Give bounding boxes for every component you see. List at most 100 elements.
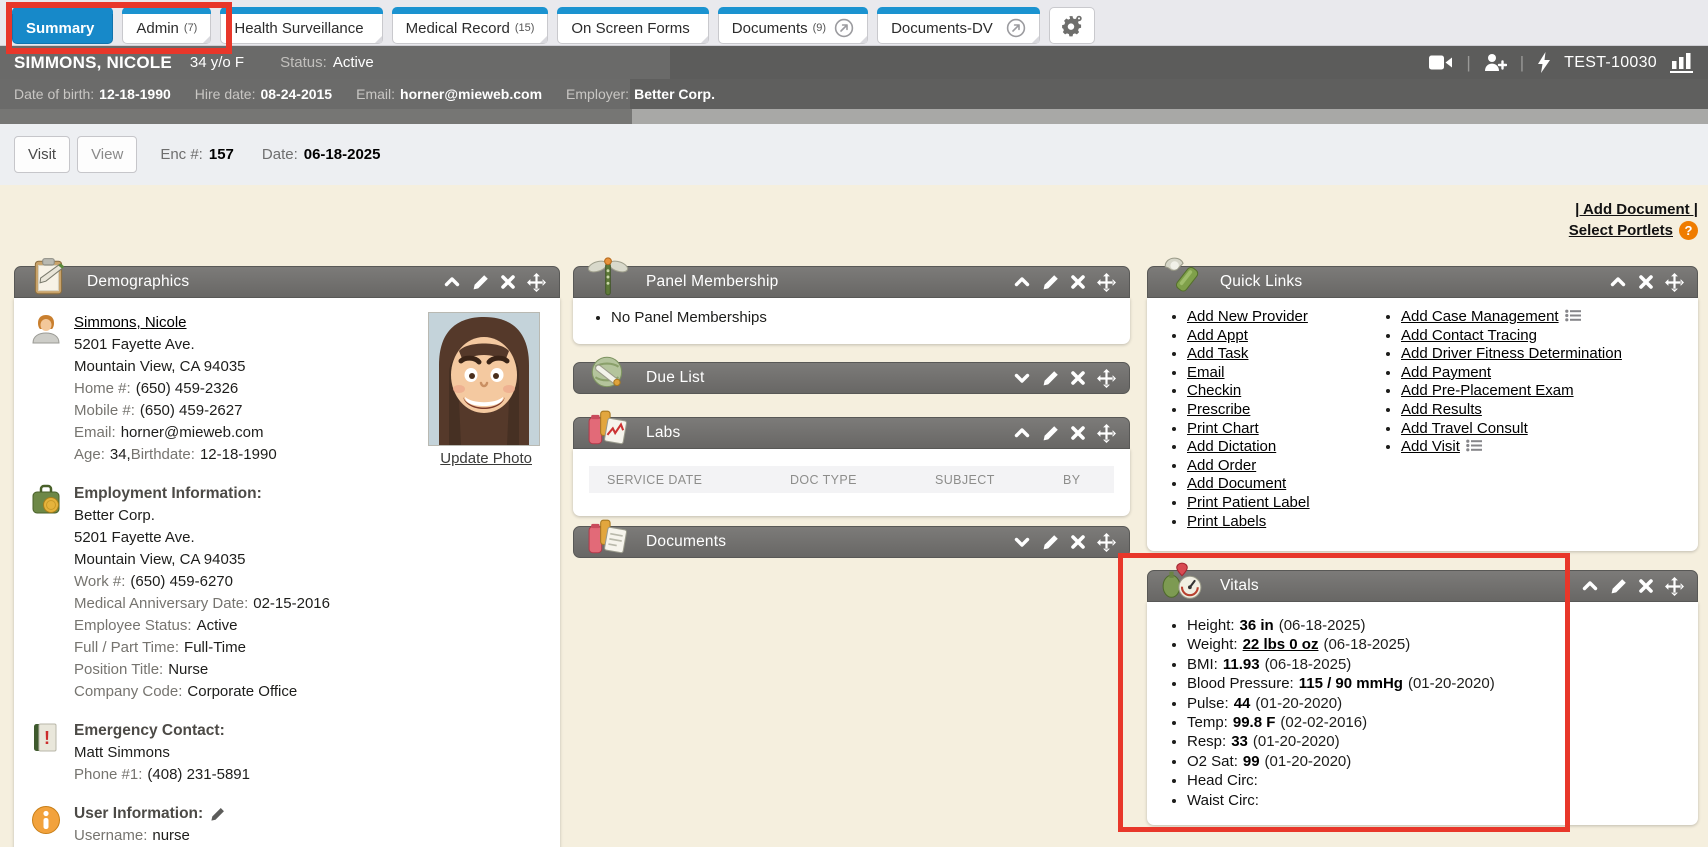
- labs-column-header: DOC TYPE: [790, 473, 935, 487]
- list-icon[interactable]: [1466, 439, 1482, 452]
- move-icon[interactable]: [1097, 424, 1116, 443]
- quick-link[interactable]: Add New Provider: [1187, 308, 1308, 325]
- portlet-body-vitals: Height:36 in(06-18-2025) Weight:22 lbs 0…: [1147, 602, 1698, 825]
- list-icon[interactable]: [1565, 309, 1581, 322]
- quick-link[interactable]: Add Appt: [1187, 327, 1248, 344]
- chart-tab[interactable]: Medical Record (15): [392, 7, 549, 44]
- close-icon[interactable]: [1070, 425, 1086, 441]
- vital-row: O2 Sat:99(01-20-2020): [1187, 752, 1698, 771]
- documents-icon: [587, 516, 629, 558]
- quick-link[interactable]: Add Contact Tracing: [1401, 327, 1537, 344]
- patient-name-link[interactable]: Simmons, Nicole: [74, 314, 187, 331]
- edit-icon[interactable]: [1610, 578, 1627, 595]
- quick-link[interactable]: Print Labels: [1187, 513, 1266, 530]
- chart-tab[interactable]: Documents-DV: [877, 7, 1040, 44]
- collapse-icon[interactable]: [1609, 273, 1627, 291]
- popout-icon[interactable]: [834, 18, 854, 38]
- quick-link[interactable]: Print Chart: [1187, 420, 1259, 437]
- employment-line: Mountain View, CA 94035: [74, 549, 544, 571]
- popout-icon[interactable]: [1006, 18, 1026, 38]
- tab-count: (9): [813, 22, 826, 34]
- vital-value: 99: [1243, 753, 1260, 770]
- horizontal-scrollbar: [0, 109, 1708, 124]
- move-icon[interactable]: [1665, 577, 1684, 596]
- edit-icon[interactable]: [1042, 425, 1059, 442]
- vital-row: Weight:22 lbs 0 oz(06-18-2025): [1187, 635, 1698, 654]
- chart-tab[interactable]: On Screen Forms: [557, 7, 708, 44]
- select-portlets-link[interactable]: Select Portlets: [1569, 220, 1673, 241]
- emergency-book-icon: !: [30, 721, 62, 753]
- quick-link[interactable]: Add Visit: [1401, 438, 1460, 455]
- vital-value: 115 / 90 mmHg: [1299, 675, 1403, 692]
- patient-info-field: Employer:Better Corp.: [566, 86, 715, 102]
- view-button[interactable]: View: [77, 136, 137, 173]
- vital-row: Blood Pressure:115 / 90 mmHg(01-20-2020): [1187, 674, 1698, 693]
- collapse-icon[interactable]: [443, 273, 461, 291]
- quick-link[interactable]: Checkin: [1187, 382, 1241, 399]
- labs-column-header: SERVICE DATE: [607, 473, 790, 487]
- quick-link[interactable]: Add Pre-Placement Exam: [1401, 382, 1574, 399]
- chart-tab[interactable]: Summary: [12, 7, 113, 44]
- edit-icon[interactable]: [1042, 370, 1059, 387]
- visit-button[interactable]: Visit: [14, 136, 70, 173]
- close-icon[interactable]: [1070, 370, 1086, 386]
- quick-link-item: Add Task: [1187, 345, 1355, 364]
- collapse-icon[interactable]: [1013, 424, 1031, 442]
- chart-tab[interactable]: Documents (9): [718, 7, 868, 44]
- lightning-icon[interactable]: [1537, 52, 1551, 73]
- enc-date-value: 06-18-2025: [304, 146, 381, 163]
- chart-tab-bar: Summary Admin (7) Health Surveillance: [0, 0, 1708, 46]
- edit-icon[interactable]: [1042, 274, 1059, 291]
- tab-label: Health Surveillance: [234, 20, 363, 37]
- collapse-icon[interactable]: [1581, 577, 1599, 595]
- portlet-body-labs: SERVICE DATEDOC TYPESUBJECTBY: [573, 449, 1130, 516]
- quick-link[interactable]: Add Dictation: [1187, 438, 1276, 455]
- vital-row: Resp:33(01-20-2020): [1187, 732, 1698, 751]
- add-document-link[interactable]: | Add Document |: [1575, 199, 1698, 220]
- edit-icon[interactable]: [472, 274, 489, 291]
- employment-section: Employment Information: Better Corp. 520…: [30, 483, 544, 703]
- settings-button[interactable]: [1049, 7, 1095, 44]
- close-icon[interactable]: [500, 274, 516, 290]
- move-icon[interactable]: [527, 273, 546, 292]
- quick-link[interactable]: Add Travel Consult: [1401, 420, 1528, 437]
- edit-icon[interactable]: [1042, 534, 1059, 551]
- close-icon[interactable]: [1070, 274, 1086, 290]
- flowsheet-chart-icon[interactable]: [1670, 52, 1694, 73]
- expand-icon[interactable]: [1013, 369, 1031, 387]
- quick-link[interactable]: Add Task: [1187, 345, 1248, 362]
- portlet-body-demographics: Update Photo Simmons, Nicole 5201 Fayett…: [14, 298, 560, 847]
- video-call-icon[interactable]: [1429, 54, 1453, 71]
- quick-link[interactable]: Add Case Management: [1401, 308, 1559, 325]
- add-person-icon[interactable]: [1484, 53, 1507, 72]
- enc-value: 157: [209, 146, 234, 163]
- expand-icon[interactable]: [1013, 533, 1031, 551]
- edit-icon[interactable]: [210, 807, 225, 822]
- help-icon[interactable]: ?: [1679, 221, 1698, 240]
- quick-link[interactable]: Email: [1187, 364, 1225, 381]
- demographics-line: 5201 Fayette Ave.: [74, 334, 544, 356]
- tab-count: (15): [515, 22, 535, 34]
- quick-link[interactable]: Print Patient Label: [1187, 494, 1310, 511]
- chart-tab[interactable]: Health Surveillance: [220, 7, 382, 44]
- labs-column-header: SUBJECT: [935, 473, 1063, 487]
- close-icon[interactable]: [1638, 578, 1654, 594]
- quick-link[interactable]: Add Order: [1187, 457, 1256, 474]
- quick-link[interactable]: Add Driver Fitness Determination: [1401, 345, 1622, 362]
- collapse-icon[interactable]: [1013, 273, 1031, 291]
- quick-link[interactable]: Add Document: [1187, 475, 1286, 492]
- employment-line: Full / Part Time:Full-Time: [74, 637, 544, 659]
- portlet-title: Labs: [646, 424, 680, 442]
- quick-link[interactable]: Add Payment: [1401, 364, 1491, 381]
- close-icon[interactable]: [1070, 534, 1086, 550]
- close-icon[interactable]: [1638, 274, 1654, 290]
- scrollbar-thumb[interactable]: [0, 109, 632, 124]
- chart-tab[interactable]: Admin (7): [122, 7, 211, 44]
- portlet-title: Panel Membership: [646, 273, 778, 291]
- move-icon[interactable]: [1097, 273, 1116, 292]
- quick-link[interactable]: Prescribe: [1187, 401, 1250, 418]
- move-icon[interactable]: [1097, 369, 1116, 388]
- quick-link[interactable]: Add Results: [1401, 401, 1482, 418]
- move-icon[interactable]: [1097, 533, 1116, 552]
- move-icon[interactable]: [1665, 273, 1684, 292]
